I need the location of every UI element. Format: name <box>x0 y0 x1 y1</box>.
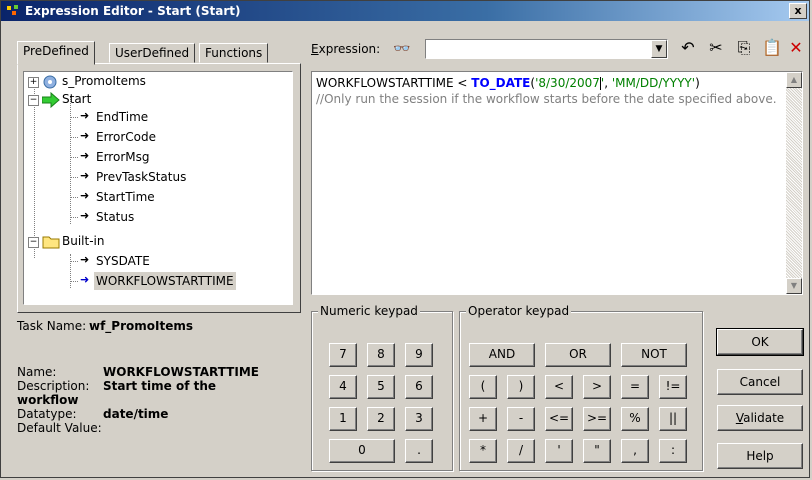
ok-button[interactable]: OK <box>716 328 804 356</box>
start-arrow-icon <box>42 92 60 108</box>
description-value: Start time of the <box>103 379 217 393</box>
op-colon[interactable]: : <box>659 439 687 463</box>
validate-button[interactable]: Validate <box>717 405 803 431</box>
help-button[interactable]: Help <box>717 443 803 469</box>
variable-arrow-icon: ➜ <box>80 209 90 222</box>
op-not-equals[interactable]: != <box>659 375 687 399</box>
tree-node-workflowstarttime[interactable]: WORKFLOWSTARTTIME <box>94 272 236 290</box>
description-label: Description: <box>17 379 90 393</box>
op-minus[interactable]: - <box>507 407 535 431</box>
task-name-label: Task Name: <box>17 319 87 333</box>
editor-scrollbar[interactable]: ▲ ▼ <box>786 72 802 294</box>
tree-node-errorcode[interactable]: ErrorCode <box>96 128 156 146</box>
tree-node-status[interactable]: Status <box>96 208 134 226</box>
expression-label: Expression: <box>311 42 381 56</box>
key-6[interactable]: 6 <box>405 375 433 399</box>
op-close-paren[interactable]: ) <box>507 375 535 399</box>
numeric-keypad-title: Numeric keypad <box>318 304 420 318</box>
variable-arrow-icon: ➜ <box>80 253 90 266</box>
expression-editor-window: Expression Editor - Start (Start) x PreD… <box>0 0 810 478</box>
key-1[interactable]: 1 <box>329 407 357 431</box>
tree-node-errormsg[interactable]: ErrorMsg <box>96 148 149 166</box>
scroll-down-icon[interactable]: ▼ <box>786 278 802 294</box>
tree-node-session[interactable]: s_PromoItems <box>62 72 146 90</box>
op-not[interactable]: NOT <box>621 343 687 367</box>
op-or[interactable]: OR <box>545 343 611 367</box>
tree-node-start[interactable]: Start <box>62 90 91 108</box>
expression-editor[interactable]: WORKFLOWSTARTTIME < TO_DATE('8/30/2007',… <box>311 71 803 295</box>
op-single-quote[interactable]: ' <box>545 439 573 463</box>
collapse-icon[interactable]: − <box>28 95 39 106</box>
tab-functions[interactable]: Functions <box>199 43 269 63</box>
variable-arrow-icon: ➜ <box>80 273 90 286</box>
folder-icon <box>42 236 60 249</box>
expression-line-1: WORKFLOWSTARTTIME < TO_DATE('8/30/2007',… <box>316 76 700 90</box>
app-icon <box>7 5 18 15</box>
paste-icon[interactable]: 📋 <box>761 37 783 59</box>
variable-arrow-icon: ➜ <box>80 129 90 142</box>
find-icon[interactable]: 👓 <box>393 41 410 57</box>
key-0[interactable]: 0 <box>329 439 395 463</box>
close-button[interactable]: x <box>789 3 807 19</box>
op-greater-equal[interactable]: >= <box>583 407 611 431</box>
op-less-than[interactable]: < <box>545 375 573 399</box>
close-icon: x <box>794 4 802 17</box>
collapse-icon[interactable]: − <box>28 237 39 248</box>
delete-icon[interactable]: ✕ <box>785 37 807 59</box>
datatype-label: Datatype: <box>17 407 77 421</box>
variable-arrow-icon: ➜ <box>80 189 90 202</box>
key-8[interactable]: 8 <box>367 343 395 367</box>
op-double-quote[interactable]: " <box>583 439 611 463</box>
op-less-equal[interactable]: <= <box>545 407 573 431</box>
key-3[interactable]: 3 <box>405 407 433 431</box>
scroll-up-icon[interactable]: ▲ <box>786 72 802 88</box>
default-value-label: Default Value: <box>17 421 102 435</box>
variable-arrow-icon: ➜ <box>80 109 90 122</box>
op-divide[interactable]: / <box>507 439 535 463</box>
tree-node-endtime[interactable]: EndTime <box>96 108 148 126</box>
key-7[interactable]: 7 <box>329 343 357 367</box>
variable-arrow-icon: ➜ <box>80 169 90 182</box>
op-equals[interactable]: = <box>621 375 649 399</box>
chevron-down-icon[interactable]: ▼ <box>651 40 667 58</box>
key-4[interactable]: 4 <box>329 375 357 399</box>
variable-arrow-icon: ➜ <box>80 149 90 162</box>
op-open-paren[interactable]: ( <box>469 375 497 399</box>
session-icon <box>43 75 57 89</box>
op-modulo[interactable]: % <box>621 407 649 431</box>
window-title: Expression Editor - Start (Start) <box>25 4 241 18</box>
name-value: WORKFLOWSTARTTIME <box>103 365 259 379</box>
key-5[interactable]: 5 <box>367 375 395 399</box>
description-value-cont: workflow <box>17 393 79 407</box>
tab-userdefined[interactable]: UserDefined <box>109 43 196 63</box>
undo-icon[interactable]: ↶ <box>677 37 699 59</box>
key-decimal[interactable]: . <box>405 439 433 463</box>
title-bar[interactable]: Expression Editor - Start (Start) x <box>1 1 809 21</box>
expand-icon[interactable]: + <box>28 77 39 88</box>
tree-node-sysdate[interactable]: SYSDATE <box>96 252 150 270</box>
operator-keypad-title: Operator keypad <box>466 304 572 318</box>
tree-node-starttime[interactable]: StartTime <box>96 188 155 206</box>
task-name-value: wf_PromoItems <box>89 319 193 333</box>
tree-node-builtin[interactable]: Built-in <box>62 232 104 250</box>
tree-node-prevtaskstatus[interactable]: PrevTaskStatus <box>96 168 186 186</box>
op-concat[interactable]: || <box>659 407 687 431</box>
name-label: Name: <box>17 365 57 379</box>
op-plus[interactable]: + <box>469 407 497 431</box>
expression-history-combo[interactable]: ▼ <box>425 39 668 59</box>
expression-comment-line: //Only run the session if the workflow s… <box>316 92 777 106</box>
cut-icon[interactable]: ✂ <box>705 37 727 59</box>
datatype-value: date/time <box>103 407 169 421</box>
op-multiply[interactable]: * <box>469 439 497 463</box>
key-9[interactable]: 9 <box>405 343 433 367</box>
op-comma[interactable]: , <box>621 439 649 463</box>
key-2[interactable]: 2 <box>367 407 395 431</box>
tab-predefined[interactable]: PreDefined <box>17 41 95 65</box>
variable-tree[interactable]: + s_PromoItems − Start ➜ EndTime ➜ Error… <box>23 71 293 305</box>
op-greater-than[interactable]: > <box>583 375 611 399</box>
cancel-button[interactable]: Cancel <box>717 369 803 395</box>
copy-icon[interactable]: ⎘ <box>733 37 755 59</box>
op-and[interactable]: AND <box>469 343 535 367</box>
